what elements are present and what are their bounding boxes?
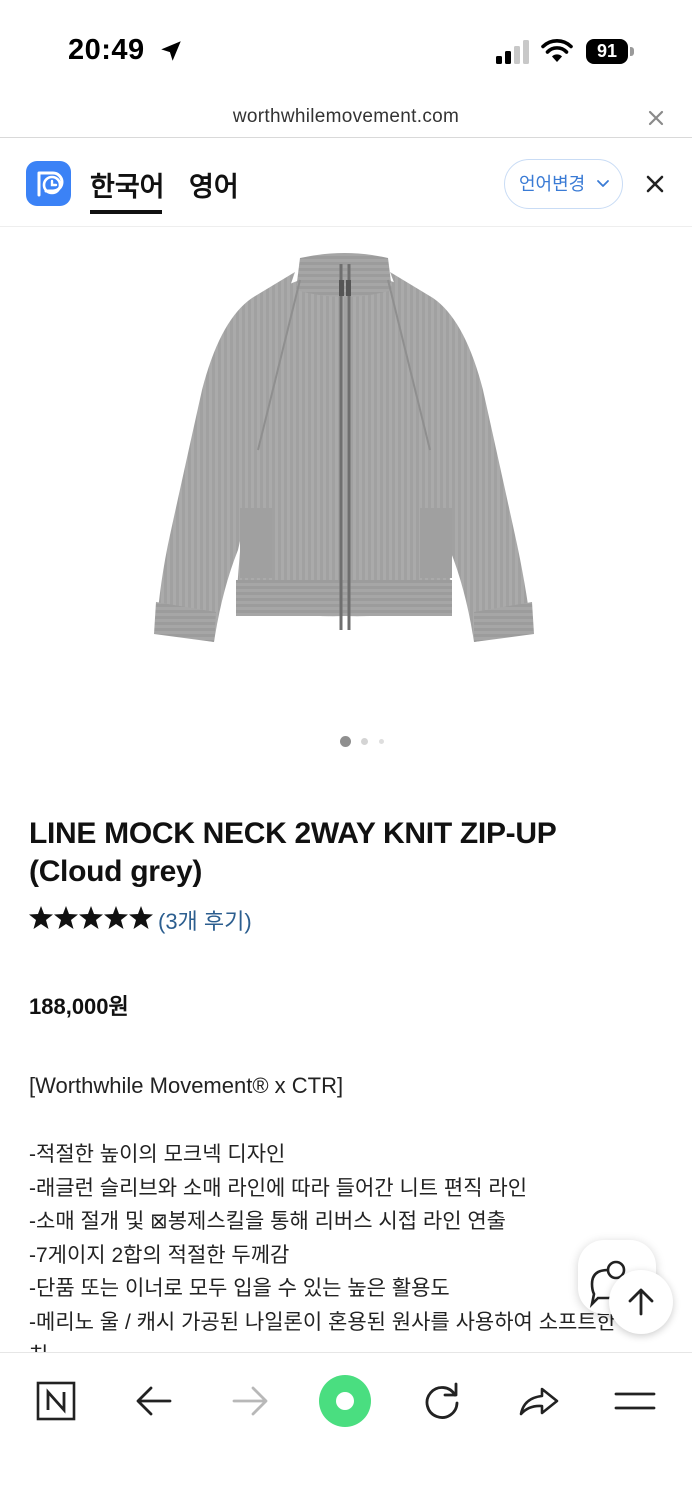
url-bar[interactable]: worthwhilemovement.com <box>0 100 692 138</box>
battery-indicator: 91 <box>586 39 634 64</box>
papago-logo-icon <box>26 161 71 206</box>
battery-level: 91 <box>596 41 618 61</box>
naver-n-button[interactable] <box>30 1375 82 1427</box>
product-image[interactable] <box>140 250 550 660</box>
carousel-dot-active[interactable] <box>340 736 351 747</box>
carousel-dot[interactable] <box>379 739 384 744</box>
close-icon[interactable] <box>644 106 668 130</box>
location-arrow-icon <box>161 41 181 61</box>
feature-item: -소매 절개 및 ⊠봉제스킬을 통해 리버스 시접 라인 연출 <box>29 1210 506 1233</box>
tab-english[interactable]: 영어 <box>189 165 239 204</box>
feature-item: -적절한 높이의 모크넥 디자인 <box>29 1143 286 1166</box>
change-language-button[interactable]: 언어변경 <box>504 159 623 209</box>
refresh-button[interactable] <box>416 1375 468 1427</box>
back-icon <box>136 1386 172 1416</box>
translate-bar: 한국어 영어 언어변경 <box>0 139 692 227</box>
menu-icon <box>614 1392 656 1410</box>
url-text[interactable]: worthwhilemovement.com <box>0 106 692 128</box>
chevron-down-icon <box>597 180 609 187</box>
product-title-line1: LINE MOCK NECK 2WAY KNIT ZIP-UP <box>29 817 557 850</box>
forward-icon <box>232 1386 268 1416</box>
tab-korean[interactable]: 한국어 <box>90 165 165 204</box>
carousel-dot[interactable] <box>361 738 368 745</box>
share-button[interactable] <box>513 1375 565 1427</box>
menu-button[interactable] <box>609 1375 661 1427</box>
cellular-signal-icon <box>496 40 529 64</box>
scroll-top-button[interactable] <box>609 1270 673 1334</box>
product-title: LINE MOCK NECK 2WAY KNIT ZIP-UP (Cloud g… <box>29 815 659 891</box>
green-dot-icon <box>319 1375 371 1427</box>
carousel-indicator <box>340 736 390 748</box>
reviews-link[interactable]: (3개 후기) <box>158 904 252 936</box>
product-title-line2: (Cloud grey) <box>29 855 203 888</box>
wifi-icon <box>541 39 573 62</box>
feature-item: -메리노 울 / 캐시 가공된 나일론이 혼용된 원사를 사용하여 소프트한 터 <box>29 1310 642 1334</box>
active-tab-indicator <box>90 210 162 214</box>
green-dot-button[interactable] <box>319 1375 371 1427</box>
feature-item: -단품 또는 이너로 모두 입을 수 있는 높은 활용도 <box>29 1277 450 1300</box>
five-stars-icon <box>29 906 153 929</box>
status-time: 20:49 <box>68 34 145 66</box>
refresh-icon <box>425 1382 459 1419</box>
forward-button[interactable] <box>224 1375 276 1427</box>
close-translate-icon[interactable] <box>643 172 667 196</box>
collab-label: [Worthwhile Movement® x CTR] <box>29 1073 344 1098</box>
change-language-label: 언어변경 <box>519 174 586 194</box>
product-price: 188,000원 <box>29 994 129 1019</box>
feature-list: -적절한 높이의 모크넥 디자인 -래글런 슬리브와 소매 라인에 따라 들어간… <box>29 1138 669 1358</box>
feature-item: -7게이지 2합의 적절한 두께감 <box>29 1243 290 1267</box>
back-button[interactable] <box>128 1375 180 1427</box>
naver-n-icon <box>36 1381 76 1421</box>
feature-item: -래글런 슬리브와 소매 라인에 따라 들어간 니트 편직 라인 <box>29 1176 528 1200</box>
status-bar: 20:49 91 <box>0 0 692 100</box>
bottom-toolbar <box>0 1352 692 1500</box>
share-icon <box>519 1387 559 1416</box>
arrow-up-icon <box>628 1288 654 1316</box>
